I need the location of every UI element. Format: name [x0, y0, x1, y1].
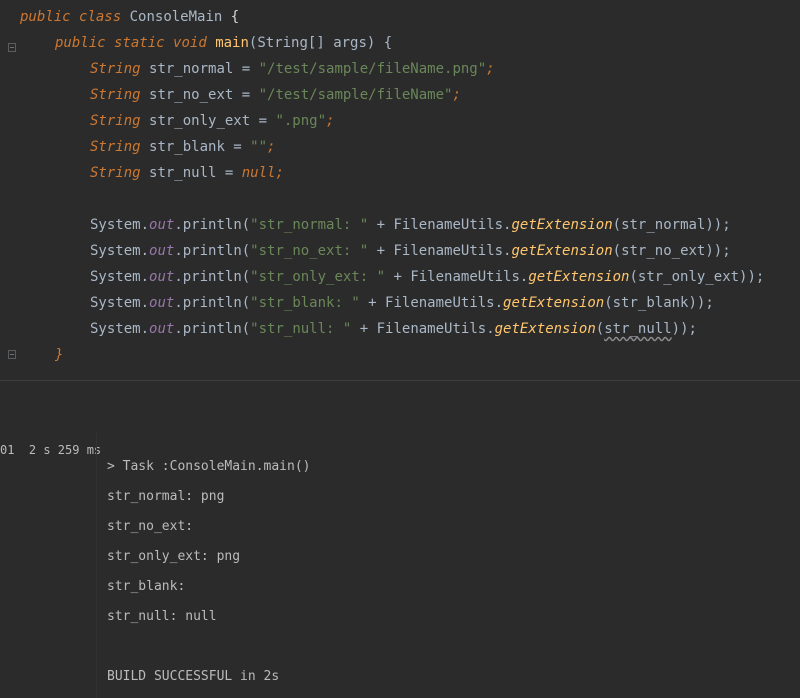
println-call: .println(: [174, 295, 251, 311]
code-line-println: System.out.println("str_null: " + Filena…: [90, 316, 697, 342]
class-name: ConsoleMain: [129, 9, 223, 25]
println-call: .println(: [174, 321, 251, 337]
code-line-println: System.out.println("str_normal: " + File…: [90, 212, 731, 238]
code-line-decl: String str_blank = "";: [90, 134, 275, 160]
args: (str_blank));: [604, 295, 714, 311]
code-line-decl: String str_normal = "/test/sample/fileNa…: [90, 56, 495, 82]
out-field: out: [149, 321, 175, 337]
semicolon: ;: [486, 61, 495, 77]
type: String: [90, 113, 141, 129]
method-name: main: [215, 35, 249, 51]
semicolon: ;: [275, 165, 284, 181]
code-line-decl: String str_only_ext = ".png";: [90, 108, 334, 134]
static-method: getExtension: [494, 321, 596, 337]
system-ref: System.: [90, 217, 150, 233]
code-line-main: public static void main(String[] args) {: [55, 30, 392, 56]
params: (String[] args) {: [248, 35, 393, 51]
string-literal: "/test/sample/fileName": [258, 87, 453, 103]
args-open: (: [595, 321, 605, 337]
string-literal: "/test/sample/fileName.png": [258, 61, 487, 77]
semicolon: ;: [326, 113, 335, 129]
static-method: getExtension: [528, 269, 630, 285]
console-splitter[interactable]: [96, 433, 97, 698]
type: String: [90, 165, 141, 181]
console-output-line: str_no_ext:: [107, 519, 194, 534]
string-literal: ".png": [275, 113, 327, 129]
args: (str_no_ext));: [612, 243, 731, 259]
console-output-line: str_null: null: [107, 609, 217, 624]
system-ref: System.: [90, 321, 150, 337]
util-ref: + FilenameUtils.: [385, 269, 529, 285]
run-console: 01 2 s 259 ms > Task :ConsoleMain.main()…: [0, 433, 800, 698]
string-literal: "str_blank: ": [250, 295, 360, 311]
code-line-decl: String str_no_ext = "/test/sample/fileNa…: [90, 82, 461, 108]
system-ref: System.: [90, 243, 150, 259]
console-output-line: BUILD SUCCESSFUL in 2s: [107, 669, 280, 684]
keyword: void: [173, 35, 207, 51]
util-ref: + FilenameUtils.: [368, 217, 512, 233]
code-line-decl: String str_null = null;: [90, 160, 284, 186]
run-duration: 01 2 s 259 ms: [0, 443, 102, 457]
editor-gutter: [0, 0, 20, 380]
string-literal: "str_normal: ": [250, 217, 369, 233]
string-literal: "": [250, 139, 268, 155]
util-ref: + FilenameUtils.: [351, 321, 495, 337]
closing-brace: }: [55, 347, 64, 363]
keyword: public: [55, 35, 106, 51]
console-output-line: str_only_ext: png: [107, 549, 241, 564]
out-field: out: [149, 217, 175, 233]
warning-argument[interactable]: str_null: [604, 321, 671, 337]
semicolon: ;: [267, 139, 276, 155]
decl: str_only_ext =: [149, 113, 276, 129]
system-ref: System.: [90, 295, 150, 311]
code-line-class: public class ConsoleMain {: [20, 4, 239, 30]
args: (str_only_ext));: [629, 269, 765, 285]
out-field: out: [149, 269, 175, 285]
type: String: [90, 87, 141, 103]
decl: str_null =: [149, 165, 242, 181]
args-close: ));: [671, 321, 697, 337]
println-call: .println(: [174, 269, 251, 285]
out-field: out: [149, 295, 175, 311]
console-output-line: str_blank:: [107, 579, 186, 594]
println-call: .println(: [174, 217, 251, 233]
null-keyword: null: [241, 165, 276, 181]
panel-gap: [0, 381, 800, 433]
static-method: getExtension: [503, 295, 605, 311]
util-ref: + FilenameUtils.: [368, 243, 512, 259]
keyword: static: [114, 35, 165, 51]
code-line-println: System.out.println("str_blank: " + Filen…: [90, 290, 714, 316]
run-tree-panel: 01 2 s 259 ms: [0, 433, 101, 698]
keyword: class: [79, 9, 122, 25]
string-literal: "str_only_ext: ": [250, 269, 386, 285]
fold-method-icon[interactable]: [8, 43, 16, 52]
println-call: .println(: [174, 243, 251, 259]
util-ref: + FilenameUtils.: [359, 295, 504, 311]
keyword: public: [20, 9, 71, 25]
brace: {: [230, 9, 240, 25]
args: (str_normal));: [612, 217, 731, 233]
code-line-println: System.out.println("str_only_ext: " + Fi…: [90, 264, 764, 290]
out-field: out: [149, 243, 175, 259]
static-method: getExtension: [511, 217, 613, 233]
code-line-println: System.out.println("str_no_ext: " + File…: [90, 238, 731, 264]
semicolon: ;: [452, 87, 461, 103]
code-line-close: }: [55, 342, 63, 368]
console-output-line: > Task :ConsoleMain.main(): [107, 459, 311, 474]
code-editor[interactable]: public class ConsoleMain { public static…: [0, 0, 800, 380]
string-literal: "str_null: ": [250, 321, 352, 337]
type: String: [90, 139, 141, 155]
fold-end-icon[interactable]: [8, 350, 16, 359]
decl: str_normal =: [149, 61, 259, 77]
console-output-line: str_normal: png: [107, 489, 225, 504]
string-literal: "str_no_ext: ": [250, 243, 369, 259]
static-method: getExtension: [511, 243, 613, 259]
decl: str_blank =: [149, 139, 251, 155]
system-ref: System.: [90, 269, 150, 285]
type: String: [90, 61, 141, 77]
decl: str_no_ext =: [149, 87, 259, 103]
